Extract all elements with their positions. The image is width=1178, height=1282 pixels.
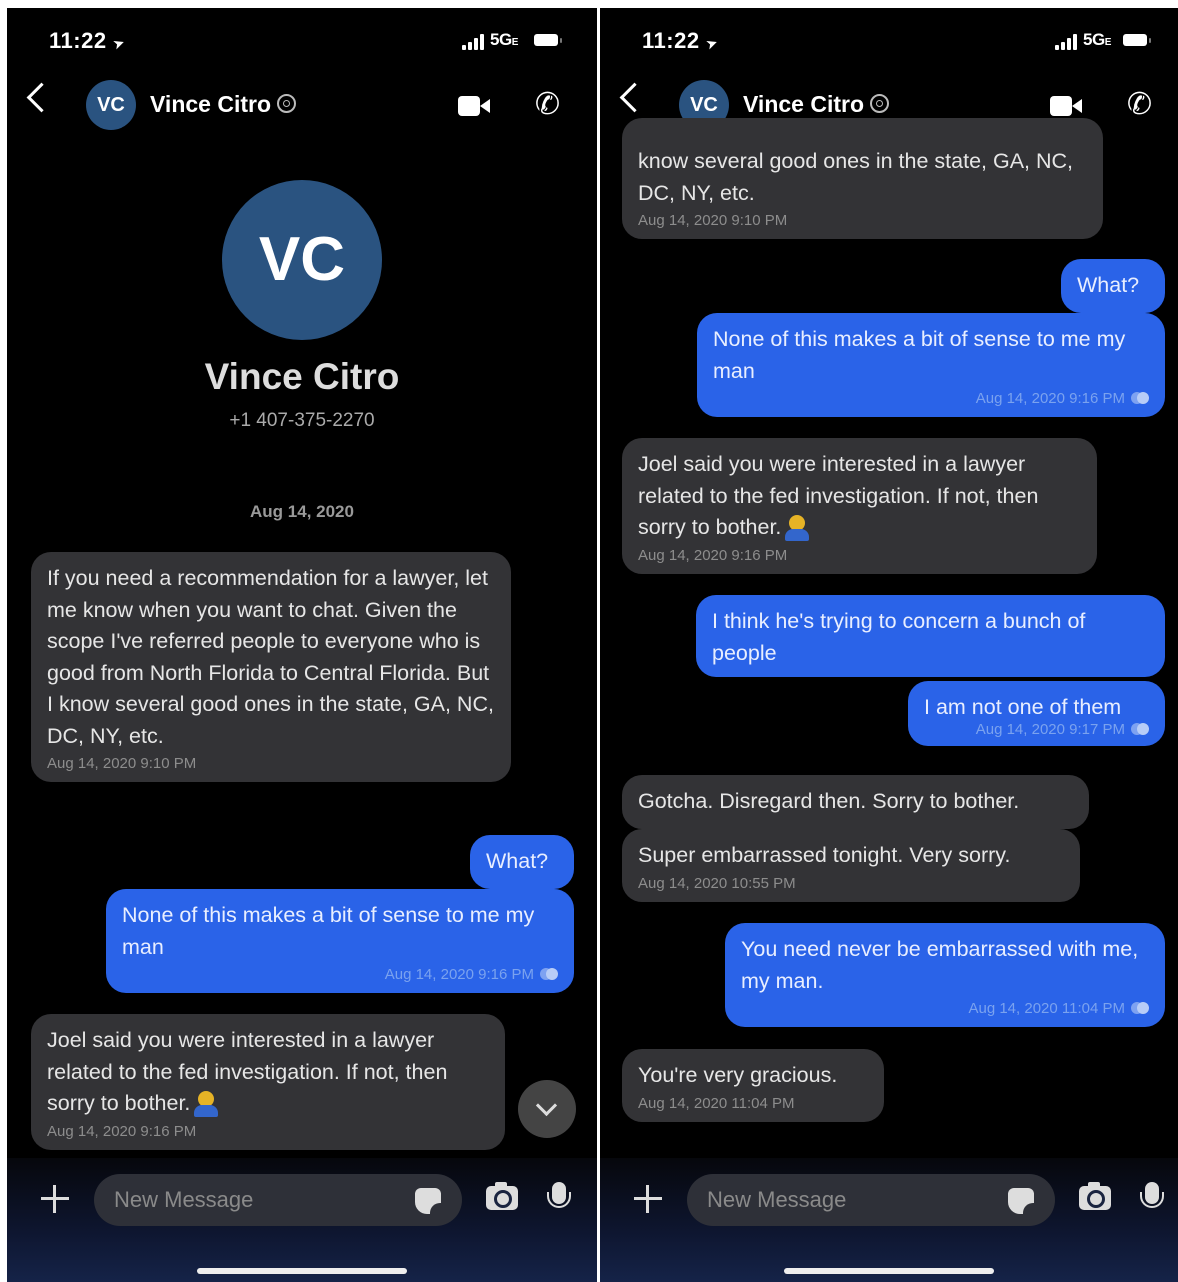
avatar[interactable]: VC <box>86 80 136 130</box>
message-bubble-incoming[interactable]: Joel said you were interested in a lawye… <box>31 1014 505 1150</box>
message-input[interactable] <box>94 1174 462 1226</box>
contact-name-header[interactable]: Vince Citro <box>150 91 296 118</box>
message-text: You need never be embarrassed with me, m… <box>741 937 1139 993</box>
status-bar: 11:22 ➤ 5GE <box>7 8 597 70</box>
message-bubble-incoming[interactable]: If you need a recommendation for a lawye… <box>31 552 511 782</box>
right-screenshot: 11:22 ➤ 5GE VC Vince Citro ✆ know several… <box>600 8 1178 1282</box>
date-header: Aug 14, 2020 <box>250 502 354 521</box>
contact-name-header[interactable]: Vince Citro <box>743 91 889 118</box>
battery-icon <box>534 34 562 46</box>
battery-icon <box>1123 34 1151 46</box>
microphone-icon[interactable] <box>547 1182 571 1208</box>
composer-bar <box>7 1158 597 1282</box>
message-text: What? <box>1077 273 1140 297</box>
composer-bar <box>600 1158 1178 1282</box>
phone-call-icon[interactable]: ✆ <box>1127 88 1152 122</box>
message-input[interactable] <box>687 1174 1055 1226</box>
message-text: I am not one of them <box>924 695 1122 719</box>
read-receipt-icon <box>1131 722 1149 737</box>
message-timestamp: Aug 14, 2020 9:16 PM <box>713 389 1149 409</box>
man-judge-emoji-icon <box>785 515 810 542</box>
sticker-icon[interactable] <box>415 1188 441 1214</box>
message-bubble-outgoing[interactable]: None of this makes a bit of sense to me … <box>106 889 574 993</box>
signal-icon <box>1055 34 1085 50</box>
message-text: What? <box>486 849 549 873</box>
plus-icon[interactable] <box>41 1185 69 1213</box>
contact-card: VC Vince Citro +1 407-375-2270 <box>7 180 597 432</box>
location-arrow-icon: ➤ <box>703 33 720 53</box>
camera-icon[interactable] <box>486 1182 518 1210</box>
status-bar: 11:22 ➤ 5GE <box>600 8 1178 70</box>
message-text: None of this makes a bit of sense to me … <box>713 327 1126 383</box>
message-text: Joel said you were interested in a lawye… <box>47 1025 489 1120</box>
man-judge-emoji-icon <box>194 1091 219 1118</box>
video-call-icon[interactable] <box>458 96 490 116</box>
message-bubble-incoming[interactable]: Joel said you were interested in a lawye… <box>622 438 1097 574</box>
plus-icon[interactable] <box>634 1185 662 1213</box>
scroll-to-bottom-button[interactable] <box>518 1080 576 1138</box>
status-time: 11:22 ➤ <box>642 28 720 53</box>
read-receipt-icon <box>540 968 558 982</box>
signal-icon <box>462 34 492 50</box>
home-indicator <box>784 1268 994 1274</box>
network-label: 5GE <box>490 30 518 49</box>
message-bubble-outgoing[interactable]: I think he's trying to concern a bunch o… <box>696 595 1165 677</box>
contact-phone: +1 407-375-2270 <box>229 410 375 431</box>
message-bubble-outgoing[interactable]: None of this makes a bit of sense to me … <box>697 313 1165 417</box>
message-text: Super embarrassed tonight. Very sorry. <box>638 843 1011 867</box>
status-time: 11:22 ➤ <box>49 28 127 53</box>
conversation-header: VC Vince Citro ✆ <box>7 70 597 136</box>
message-timestamp: Aug 14, 2020 9:16 PM <box>122 965 558 985</box>
at-sign-icon <box>870 94 889 114</box>
message-bubble-outgoing[interactable]: I am not one of them Aug 14, 2020 9:17 P… <box>908 681 1165 746</box>
read-receipt-icon <box>1131 1002 1149 1016</box>
microphone-icon[interactable] <box>1140 1182 1164 1208</box>
message-timestamp: Aug 14, 2020 9:16 PM <box>638 546 788 564</box>
message-text: None of this makes a bit of sense to me … <box>122 903 535 959</box>
message-bubble-incoming[interactable]: Super embarrassed tonight. Very sorry. A… <box>622 829 1080 902</box>
message-text: You're very gracious. <box>638 1063 838 1087</box>
message-bubble-outgoing[interactable]: You need never be embarrassed with me, m… <box>725 923 1165 1027</box>
message-timestamp: Aug 14, 2020 11:04 PM <box>638 1094 795 1112</box>
message-text: If you need a recommendation for a lawye… <box>47 566 494 748</box>
home-indicator <box>197 1268 407 1274</box>
message-text: know several good ones in the state, GA,… <box>638 149 1074 205</box>
message-timestamp: Aug 14, 2020 9:10 PM <box>47 755 197 772</box>
read-receipt-icon <box>1131 392 1149 406</box>
left-screenshot: 11:22 ➤ 5GE VC Vince Citro ✆ VC Vince Cit… <box>7 8 597 1282</box>
message-timestamp: Aug 14, 2020 10:55 PM <box>638 874 796 892</box>
video-call-icon[interactable] <box>1050 96 1082 116</box>
message-bubble-outgoing[interactable]: What? <box>1061 259 1165 313</box>
camera-icon[interactable] <box>1079 1182 1111 1210</box>
message-bubble-incoming[interactable]: know several good ones in the state, GA,… <box>622 118 1103 239</box>
phone-call-icon[interactable]: ✆ <box>535 88 560 122</box>
message-bubble-incoming[interactable]: Gotcha. Disregard then. Sorry to bother. <box>622 775 1089 829</box>
message-timestamp: Aug 14, 2020 9:10 PM <box>638 212 788 229</box>
message-text: Joel said you were interested in a lawye… <box>638 449 1081 544</box>
message-text: Gotcha. Disregard then. Sorry to bother. <box>638 789 1020 813</box>
message-bubble-incoming[interactable]: You're very gracious. Aug 14, 2020 11:04… <box>622 1049 884 1122</box>
message-text: I think he's trying to concern a bunch o… <box>712 609 1086 665</box>
message-timestamp: Aug 14, 2020 11:04 PM <box>741 999 1149 1019</box>
message-bubble-outgoing[interactable]: What? <box>470 835 574 889</box>
network-label: 5GE <box>1083 30 1111 49</box>
contact-name: Vince Citro <box>204 356 400 397</box>
message-timestamp: Aug 14, 2020 9:16 PM <box>47 1122 197 1140</box>
sticker-icon[interactable] <box>1008 1188 1034 1214</box>
location-arrow-icon: ➤ <box>110 33 127 53</box>
at-sign-icon <box>277 94 296 114</box>
back-icon[interactable] <box>619 82 650 113</box>
back-icon[interactable] <box>26 82 57 113</box>
avatar-large: VC <box>222 180 382 340</box>
